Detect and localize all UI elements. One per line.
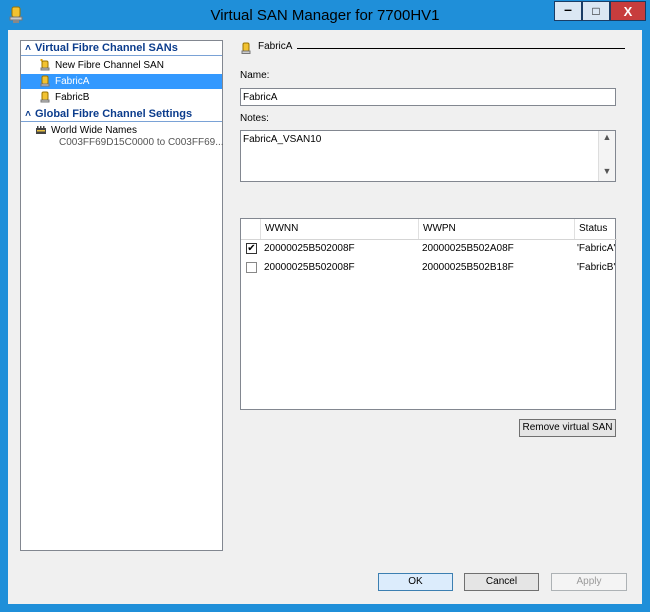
tree-section-label: Virtual Fibre Channel SANs xyxy=(35,42,178,54)
status-cell: 'FabricB' xyxy=(577,262,616,273)
notes-text: FabricA_VSAN10 xyxy=(243,134,322,145)
grid-header-check xyxy=(241,219,261,239)
remove-virtual-san-button[interactable]: Remove virtual SAN xyxy=(519,419,616,437)
wwnn-cell: 20000025B502008F xyxy=(264,243,355,254)
collapse-chevron-icon[interactable]: ˄ xyxy=(21,109,35,120)
table-row[interactable]: ✔ 20000025B502008F 20000025B502A08F 'Fab… xyxy=(241,240,617,258)
tree-item-fabricb[interactable]: FabricB xyxy=(21,90,222,105)
fabric-icon xyxy=(241,42,251,54)
notes-scrollbar[interactable]: ▲ ▼ xyxy=(598,131,615,181)
wwn-icon xyxy=(36,126,46,134)
fabric-icon xyxy=(40,75,50,87)
collapse-chevron-icon[interactable]: ˄ xyxy=(21,43,35,54)
dialog-client-area: ˄ Virtual Fibre Channel SANs New Fibre C… xyxy=(8,30,642,604)
wwnn-cell: 20000025B502008F xyxy=(264,262,355,273)
tree-section-global-fibre-channel-settings[interactable]: ˄ Global Fibre Channel Settings xyxy=(21,107,222,122)
row-checkbox[interactable]: ✔ xyxy=(246,243,257,254)
title-bar: Virtual SAN Manager for 7700HV1 – □ X xyxy=(0,0,650,30)
status-cell: 'FabricA' xyxy=(577,243,616,254)
wwpn-cell: 20000025B502B18F xyxy=(422,262,514,273)
grid-header: WWNN WWPN Status xyxy=(241,219,617,240)
column-header-wwpn[interactable]: WWPN xyxy=(419,219,575,239)
group-divider xyxy=(297,48,625,49)
wwn-grid: WWNN WWPN Status ✔ 20000025B502008F 2000… xyxy=(240,218,617,410)
scroll-down-icon[interactable]: ▼ xyxy=(599,166,615,180)
tree-item-new-fibre-channel-san[interactable]: New Fibre Channel SAN xyxy=(21,58,222,73)
apply-button: Apply xyxy=(551,573,627,591)
column-header-status[interactable]: Status xyxy=(575,219,617,239)
scroll-up-icon[interactable]: ▲ xyxy=(599,132,615,146)
tree-item-label: World Wide Names xyxy=(51,125,137,136)
new-san-icon xyxy=(40,59,50,71)
minimize-button[interactable]: – xyxy=(554,1,582,21)
wwn-range-text: C003FF69D15C0000 to C003FF69... xyxy=(59,137,224,148)
group-title: FabricA xyxy=(258,41,293,52)
close-button[interactable]: X xyxy=(610,1,646,21)
minimize-icon: – xyxy=(564,1,572,17)
virtual-san-manager-window: Virtual SAN Manager for 7700HV1 – □ X ˄ … xyxy=(0,0,650,612)
name-field[interactable] xyxy=(240,88,616,106)
maximize-button[interactable]: □ xyxy=(582,1,610,21)
tree-item-world-wide-names[interactable]: World Wide Names xyxy=(21,123,222,138)
detail-pane: FabricA Name: Notes: FabricA_VSAN10 ▲ ▼ … xyxy=(235,36,635,566)
tree-section-virtual-fibre-channel-sans[interactable]: ˄ Virtual Fibre Channel SANs xyxy=(21,41,222,56)
fabric-icon xyxy=(40,91,50,103)
tree-item-fabrica[interactable]: FabricA xyxy=(21,74,222,89)
notes-field[interactable]: FabricA_VSAN10 ▲ ▼ xyxy=(240,130,616,182)
cancel-button[interactable]: Cancel xyxy=(464,573,539,591)
window-title: Virtual SAN Manager for 7700HV1 xyxy=(210,7,440,24)
wwpn-cell: 20000025B502A08F xyxy=(422,243,514,254)
table-row[interactable]: 20000025B502008F 20000025B502B18F 'Fabri… xyxy=(241,259,617,277)
name-label: Name: xyxy=(240,70,270,81)
ok-button[interactable]: OK xyxy=(378,573,453,591)
tree-item-label: FabricB xyxy=(55,92,90,103)
tree-item-label: FabricA xyxy=(55,76,90,87)
tree-section-label: Global Fibre Channel Settings xyxy=(35,108,193,120)
tree-item-label: New Fibre Channel SAN xyxy=(55,60,164,71)
column-header-wwnn[interactable]: WWNN xyxy=(261,219,419,239)
navigation-tree: ˄ Virtual Fibre Channel SANs New Fibre C… xyxy=(20,40,224,551)
close-icon: X xyxy=(623,3,633,19)
notes-label: Notes: xyxy=(240,113,269,124)
row-checkbox[interactable] xyxy=(246,262,257,273)
maximize-icon: □ xyxy=(592,4,600,18)
